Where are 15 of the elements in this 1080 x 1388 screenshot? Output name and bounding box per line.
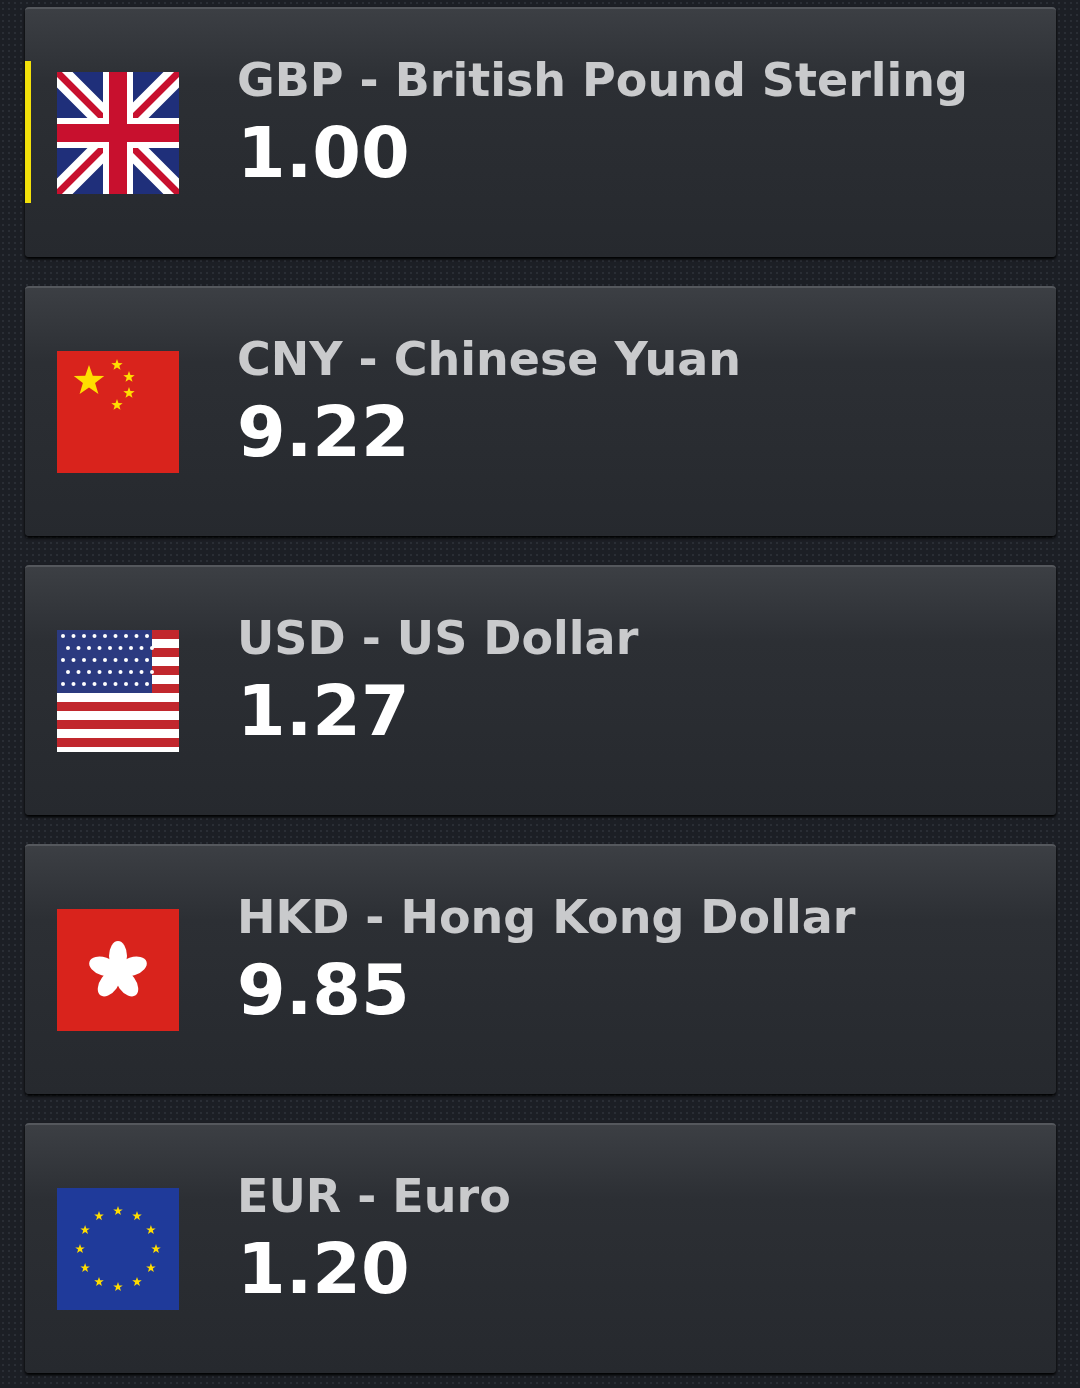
currency-card[interactable]: EUR - Euro 1.20: [25, 1123, 1056, 1373]
exchange-rate: 9.22: [237, 392, 411, 473]
exchange-rate: 1.27: [237, 671, 411, 752]
currency-card[interactable]: USD - US Dollar 1.27: [25, 565, 1056, 815]
exchange-rate: 1.20: [237, 1229, 411, 1310]
currency-card[interactable]: HKD - Hong Kong Dollar 9.85: [25, 844, 1056, 1094]
currency-name: HKD - Hong Kong Dollar: [237, 891, 856, 945]
currency-card[interactable]: GBP - British Pound Sterling 1.00: [25, 7, 1056, 257]
currency-name: USD - US Dollar: [237, 612, 639, 666]
currency-card[interactable]: CNY - Chinese Yuan 9.22: [25, 286, 1056, 536]
currency-name: GBP - British Pound Sterling: [237, 54, 969, 108]
currency-name: CNY - Chinese Yuan: [237, 333, 741, 387]
currency-name: EUR - Euro: [237, 1170, 511, 1224]
exchange-rate: 9.85: [237, 950, 411, 1031]
exchange-rate: 1.00: [237, 113, 411, 194]
